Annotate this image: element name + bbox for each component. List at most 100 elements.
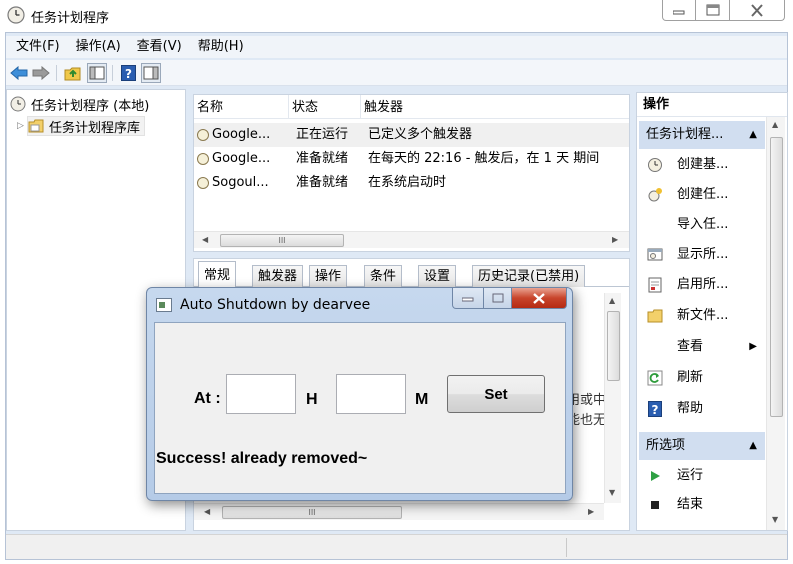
action-end[interactable]: 结束 bbox=[639, 492, 765, 518]
dialog-close-button[interactable] bbox=[512, 288, 567, 309]
action-label: 创建基... bbox=[677, 157, 729, 172]
task-name: Sogoul... bbox=[212, 175, 269, 190]
tab-actions[interactable]: 操作 bbox=[309, 265, 348, 287]
minimize-button[interactable] bbox=[662, 0, 696, 21]
close-button[interactable] bbox=[730, 0, 785, 21]
detail-vscrollbar[interactable]: ▲ ▼ bbox=[604, 293, 621, 503]
task-list-header: 名称 状态 触发器 bbox=[194, 95, 629, 119]
table-row[interactable]: Sogoul... 准备就绪 在系统启动时 bbox=[194, 171, 629, 195]
tab-general[interactable]: 常规 bbox=[198, 261, 237, 288]
scroll-down-icon[interactable]: ▼ bbox=[772, 515, 778, 524]
maximize-icon bbox=[492, 293, 503, 303]
window-title: 任务计划程序 bbox=[31, 11, 110, 26]
action-label: 查看 bbox=[677, 339, 704, 354]
scroll-right-icon[interactable]: ▶ bbox=[588, 507, 594, 516]
show-hide-tree-button[interactable] bbox=[87, 63, 107, 83]
help-toolbar-button[interactable]: ? bbox=[118, 63, 138, 83]
tab-history[interactable]: 历史记录(已禁用) bbox=[472, 265, 586, 287]
action-label: 启用所... bbox=[677, 277, 729, 292]
task-name: Google... bbox=[212, 127, 271, 142]
dialog-minimize-button[interactable] bbox=[452, 288, 484, 309]
menu-help[interactable]: 帮助(H) bbox=[190, 36, 252, 58]
hour-label: H bbox=[306, 391, 318, 408]
menu-action[interactable]: 操作(A) bbox=[68, 36, 129, 58]
tree-item-library[interactable]: 任务计划程序库 bbox=[27, 116, 146, 136]
scroll-left-icon[interactable]: ◀ bbox=[202, 235, 208, 244]
task-clock-icon bbox=[197, 177, 209, 189]
minimize-icon bbox=[673, 10, 685, 15]
tab-settings[interactable]: 设置 bbox=[418, 265, 457, 287]
create-basic-task-icon bbox=[647, 157, 663, 173]
end-icon bbox=[647, 497, 663, 513]
forward-button[interactable] bbox=[31, 63, 51, 83]
refresh-icon bbox=[647, 370, 663, 386]
column-header-trigger[interactable]: 触发器 bbox=[361, 95, 629, 119]
show-hide-action-pane-button[interactable] bbox=[141, 63, 161, 83]
auto-shutdown-dialog: Auto Shutdown by dearvee At : H M Set Su… bbox=[146, 287, 573, 501]
actions-section-scheduler[interactable]: 任务计划程... ▲ bbox=[639, 121, 765, 149]
collapse-icon: ▲ bbox=[749, 129, 757, 140]
scroll-down-icon[interactable]: ▼ bbox=[609, 488, 615, 497]
action-label: 运行 bbox=[677, 468, 704, 483]
table-row[interactable]: Google... 准备就绪 在每天的 22:16 - 触发后，在 1 天 期间 bbox=[194, 147, 629, 171]
task-status: 正在运行 bbox=[296, 127, 349, 142]
column-header-name[interactable]: 名称 bbox=[194, 95, 289, 119]
scroll-thumb[interactable] bbox=[770, 137, 783, 417]
action-import-task[interactable]: 导入任... bbox=[639, 212, 765, 238]
scroll-thumb[interactable] bbox=[607, 311, 620, 381]
actions-vscrollbar[interactable]: ▲ ▼ bbox=[766, 117, 785, 530]
scroll-grip: III bbox=[278, 236, 286, 245]
app-window-icon bbox=[156, 298, 172, 312]
scroll-right-icon[interactable]: ▶ bbox=[612, 235, 618, 244]
scroll-left-icon[interactable]: ◀ bbox=[204, 507, 210, 516]
menu-bar: 文件(F) 操作(A) 查看(V) 帮助(H) bbox=[6, 36, 787, 58]
maximize-button[interactable] bbox=[696, 0, 730, 21]
action-refresh[interactable]: 刷新 bbox=[639, 365, 765, 391]
minute-input[interactable] bbox=[336, 374, 406, 414]
tree-expander-icon[interactable]: ▷ bbox=[17, 121, 24, 131]
run-icon bbox=[647, 468, 663, 484]
table-row[interactable]: Google... 正在运行 已定义多个触发器 bbox=[194, 123, 629, 147]
action-enable-history[interactable]: 启用所... bbox=[639, 272, 765, 298]
task-list-hscrollbar[interactable]: ◀ III ▶ bbox=[194, 231, 629, 248]
action-create-task[interactable]: 创建任... bbox=[639, 182, 765, 208]
action-new-folder[interactable]: 新文件... bbox=[639, 303, 765, 329]
collapse-icon: ▲ bbox=[749, 440, 757, 451]
help-icon: ? bbox=[120, 65, 136, 81]
action-create-basic-task[interactable]: 创建基... bbox=[639, 152, 765, 178]
actions-section-label: 任务计划程... bbox=[646, 127, 724, 142]
action-run[interactable]: 运行 bbox=[639, 463, 765, 489]
tree-root-item[interactable]: 任务计划程序 (本地) bbox=[10, 94, 149, 114]
action-help[interactable]: ? 帮助 bbox=[639, 396, 765, 422]
folder-icon bbox=[28, 119, 44, 133]
folder-up-icon bbox=[64, 67, 81, 81]
actions-section-selected[interactable]: 所选项 ▲ bbox=[639, 432, 765, 460]
scroll-thumb[interactable]: III bbox=[222, 506, 402, 519]
tab-triggers[interactable]: 触发器 bbox=[252, 265, 304, 287]
scroll-up-icon[interactable]: ▲ bbox=[772, 120, 778, 129]
back-button[interactable] bbox=[9, 63, 29, 83]
hour-input[interactable] bbox=[226, 374, 296, 414]
menu-view[interactable]: 查看(V) bbox=[129, 36, 190, 58]
status-message: Success! already removed~ bbox=[156, 450, 368, 467]
dialog-maximize-button[interactable] bbox=[484, 288, 512, 309]
scroll-up-icon[interactable]: ▲ bbox=[609, 296, 615, 305]
up-folder-button[interactable] bbox=[63, 63, 83, 83]
task-trigger: 已定义多个触发器 bbox=[368, 127, 473, 142]
action-view[interactable]: 查看 ▶ bbox=[639, 334, 765, 360]
column-header-status[interactable]: 状态 bbox=[289, 95, 361, 119]
scroll-thumb[interactable]: III bbox=[220, 234, 344, 247]
action-display-running[interactable]: 显示所... bbox=[639, 242, 765, 268]
tree-item-library-label: 任务计划程序库 bbox=[49, 120, 141, 136]
clock-app-icon bbox=[7, 6, 25, 24]
action-label: 创建任... bbox=[677, 187, 729, 202]
minimize-icon bbox=[462, 297, 474, 302]
task-status: 准备就绪 bbox=[296, 151, 349, 166]
menu-file[interactable]: 文件(F) bbox=[6, 36, 68, 58]
detail-hscrollbar[interactable]: ◀ III ▶ bbox=[194, 503, 604, 520]
create-task-icon bbox=[647, 187, 663, 203]
new-folder-icon bbox=[647, 308, 663, 324]
set-button[interactable]: Set bbox=[447, 375, 545, 413]
tab-conditions[interactable]: 条件 bbox=[364, 265, 403, 287]
task-name: Google... bbox=[212, 151, 271, 166]
